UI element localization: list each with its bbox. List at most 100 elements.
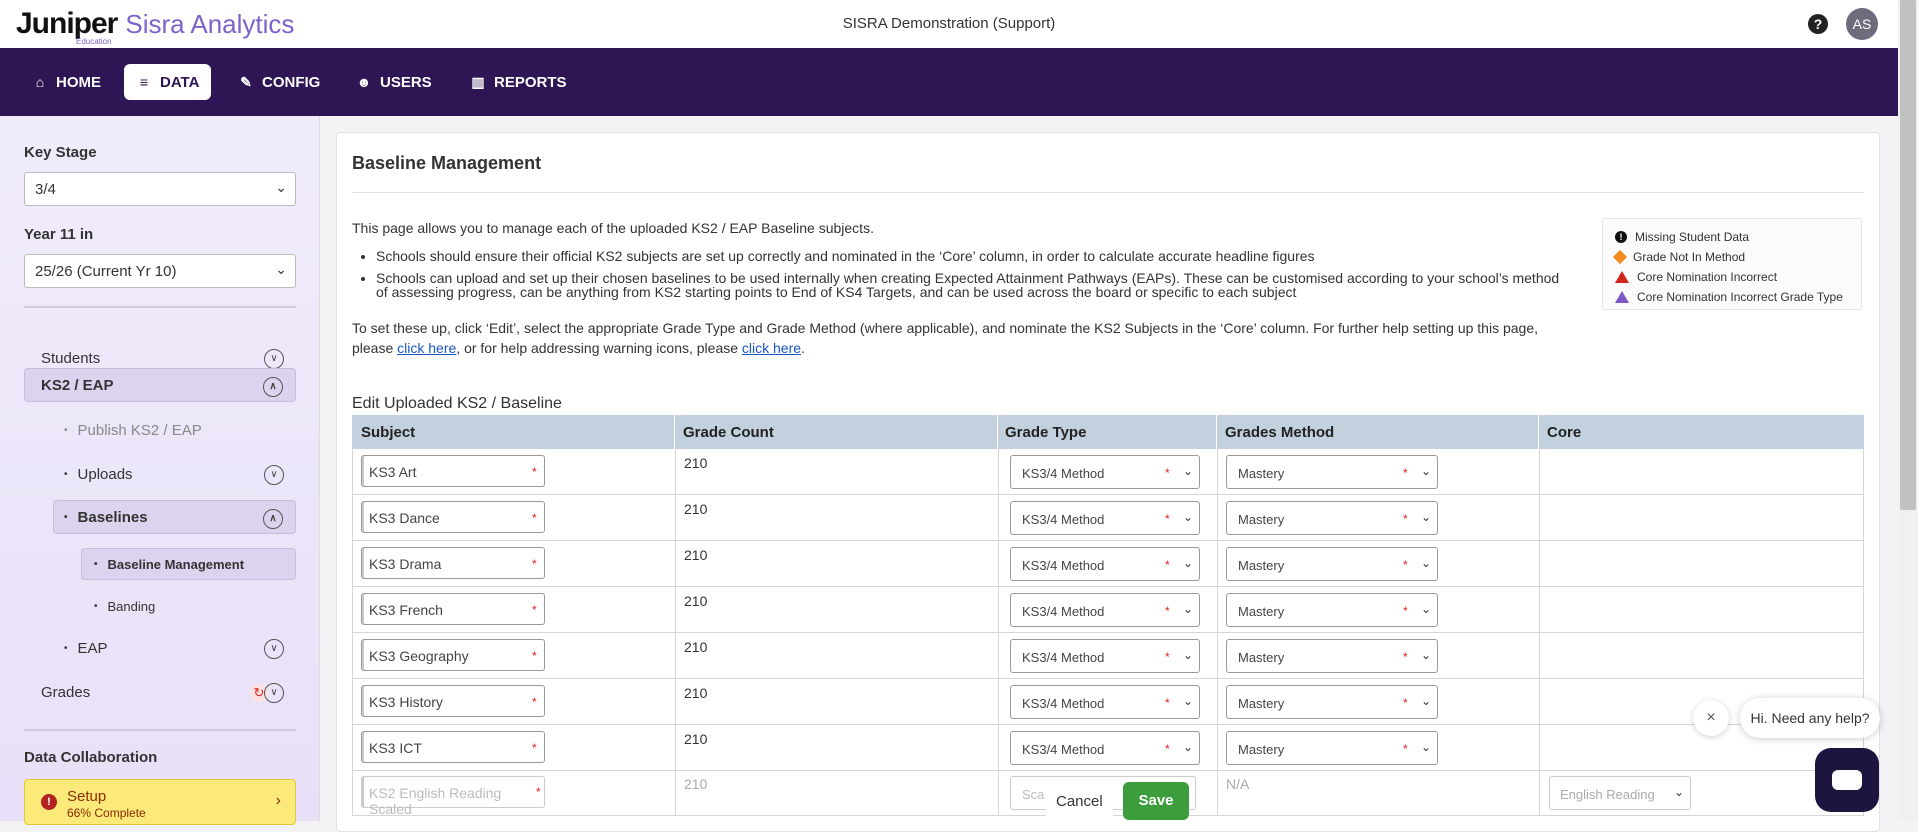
grades-method-select[interactable]: Mastery * ⌄ <box>1226 593 1438 627</box>
chevron-down-icon[interactable]: ∨ <box>264 465 284 485</box>
missing-data-icon: ! <box>1615 231 1627 243</box>
cell-divider <box>1217 587 1218 632</box>
grades-method-select[interactable]: Mastery * ⌄ <box>1226 547 1438 581</box>
chevron-down-icon: ⌄ <box>1182 556 1193 570</box>
intro-text: This page allows you to manage each of t… <box>352 220 874 236</box>
grade-count: 210 <box>684 593 708 609</box>
sidebar-item-banding[interactable]: • Banding <box>94 589 294 623</box>
required-icon: * <box>1165 650 1170 664</box>
required-icon: * <box>1403 696 1408 710</box>
subject-input[interactable]: KS3 ICT * <box>361 731 545 763</box>
warning-help-link[interactable]: click here <box>742 340 801 356</box>
subject-input[interactable]: KS3 History * <box>361 685 545 717</box>
grade-type-select[interactable]: KS3/4 Method * ⌄ <box>1010 639 1200 673</box>
help-link[interactable]: click here <box>397 340 456 356</box>
save-button[interactable]: Save <box>1123 782 1189 820</box>
grade-type-select[interactable]: KS3/4 Method * ⌄ <box>1010 593 1200 627</box>
subject-input[interactable]: KS3 Drama * <box>361 547 545 579</box>
sidebar-item-label: EAP <box>77 639 108 657</box>
required-icon: * <box>1165 696 1170 710</box>
nav-config[interactable]: ✎ CONFIG <box>226 64 332 100</box>
required-icon: * <box>1403 604 1408 618</box>
setup-text-part: . <box>801 340 805 356</box>
subject-input[interactable]: KS3 Art * <box>361 455 545 487</box>
sidebar-item-uploads[interactable]: • Uploads ∨ <box>64 457 296 491</box>
info-list: Schools should ensure their official KS2… <box>376 249 1566 307</box>
table-row: KS3 Geography * 210 KS3/4 Method * ⌄ Mastery * ⌄ <box>352 633 1864 679</box>
sidebar-item-baselines[interactable]: • Baselines ∧ <box>53 500 296 534</box>
grades-method-value: Mastery <box>1238 696 1285 711</box>
sidebar-item-label: Baselines <box>77 508 148 526</box>
legend-item: ! Missing Student Data <box>1615 227 1861 247</box>
grades-method-select[interactable]: Mastery * ⌄ <box>1226 685 1438 719</box>
info-bullet: Schools should ensure their official KS2… <box>376 249 1566 263</box>
grade-type-select[interactable]: KS3/4 Method * ⌄ <box>1010 685 1200 719</box>
sidebar-item-grades[interactable]: Grades ↻ ∨ <box>24 675 296 709</box>
grade-type-select[interactable]: KS3/4 Method * ⌄ <box>1010 501 1200 535</box>
key-stage-select[interactable]: 3/4 ⌄ <box>24 172 296 206</box>
required-icon: * <box>1403 650 1408 664</box>
cell-divider <box>1217 679 1218 724</box>
core-select[interactable]: English Reading ⌄ <box>1549 776 1691 810</box>
sidebar-item-ks2-eap[interactable]: KS2 / EAP ∧ <box>24 368 296 402</box>
grade-type-value: Sca <box>1022 787 1045 802</box>
chat-close-icon[interactable]: × <box>1693 700 1729 736</box>
chevron-down-icon: ⌄ <box>1420 694 1431 708</box>
year-select[interactable]: 25/26 (Current Yr 10) ⌄ <box>24 254 296 288</box>
chat-launcher-button[interactable] <box>1815 748 1879 812</box>
cell-divider <box>1539 587 1540 632</box>
table-header: Subject Grade Count Grade Type Grades Me… <box>352 415 1864 449</box>
nav-home[interactable]: ⌂ HOME <box>20 64 113 100</box>
scrollbar-thumb[interactable] <box>1900 0 1916 510</box>
legend: ! Missing Student Data Grade Not In Meth… <box>1602 218 1862 310</box>
grade-count: 210 <box>684 776 708 792</box>
chevron-down-icon: ⌄ <box>1182 464 1193 478</box>
bullet-icon: • <box>64 424 68 436</box>
grades-method-value: N/A <box>1226 776 1250 792</box>
grade-type-select[interactable]: KS3/4 Method * ⌄ <box>1010 455 1200 489</box>
grades-method-select[interactable]: Mastery * ⌄ <box>1226 455 1438 489</box>
cell-divider <box>675 495 676 540</box>
sidebar-item-label: Students <box>41 349 101 367</box>
grades-method-select[interactable]: Mastery * ⌄ <box>1226 501 1438 535</box>
subject-value: KS3 Drama <box>369 556 442 572</box>
grades-method-select[interactable]: Mastery * ⌄ <box>1226 639 1438 673</box>
column-header-grade-type: Grade Type <box>1005 424 1087 441</box>
setup-progress-card[interactable]: ! Setup 66% Complete › <box>24 779 296 825</box>
help-icon[interactable]: ? <box>1808 14 1828 34</box>
required-icon: * <box>1403 512 1408 526</box>
cell-divider <box>675 679 676 724</box>
cell-divider <box>998 725 999 770</box>
nav-reports[interactable]: ▥ REPORTS <box>458 64 579 100</box>
sidebar-item-publish[interactable]: • Publish KS2 / EAP <box>64 413 296 447</box>
sidebar-item-baseline-management[interactable]: • Baseline Management <box>81 548 296 580</box>
subject-value: KS3 ICT <box>369 740 422 756</box>
grade-type-select[interactable]: KS3/4 Method * ⌄ <box>1010 547 1200 581</box>
chevron-down-icon[interactable]: ∨ <box>264 683 284 703</box>
grade-type-value: KS3/4 Method <box>1022 696 1105 711</box>
nav-users[interactable]: ☻ USERS <box>344 64 444 100</box>
chevron-down-icon[interactable]: ∨ <box>264 349 284 369</box>
chevron-up-icon[interactable]: ∧ <box>263 377 283 397</box>
nav-home-label: HOME <box>56 73 101 91</box>
chevron-down-icon: ⌄ <box>275 179 287 195</box>
subject-input[interactable]: KS3 Geography * <box>361 639 545 671</box>
grades-method-value: Mastery <box>1238 604 1285 619</box>
avatar[interactable]: AS <box>1846 8 1878 40</box>
chevron-up-icon[interactable]: ∧ <box>263 509 283 529</box>
subject-input[interactable]: KS3 Dance * <box>361 501 545 533</box>
sidebar-item-eap[interactable]: • EAP ∨ <box>64 631 296 665</box>
cancel-button[interactable]: Cancel <box>1046 784 1113 818</box>
home-icon: ⌂ <box>35 74 45 90</box>
nav-data[interactable]: ≡ DATA <box>124 64 212 100</box>
subject-input[interactable]: KS2 English Reading Scaled * <box>361 776 545 817</box>
chat-greeting-bubble[interactable]: Hi. Need any help? <box>1740 698 1880 738</box>
chevron-down-icon[interactable]: ∨ <box>264 639 284 659</box>
chevron-down-icon: ⌄ <box>1182 602 1193 616</box>
grades-method-value: Mastery <box>1238 466 1285 481</box>
chevron-down-icon: ⌄ <box>1420 464 1431 478</box>
cell-divider <box>998 449 999 494</box>
subject-input[interactable]: KS3 French * <box>361 593 545 625</box>
grade-type-select[interactable]: KS3/4 Method * ⌄ <box>1010 731 1200 765</box>
grades-method-select[interactable]: Mastery * ⌄ <box>1226 731 1438 765</box>
